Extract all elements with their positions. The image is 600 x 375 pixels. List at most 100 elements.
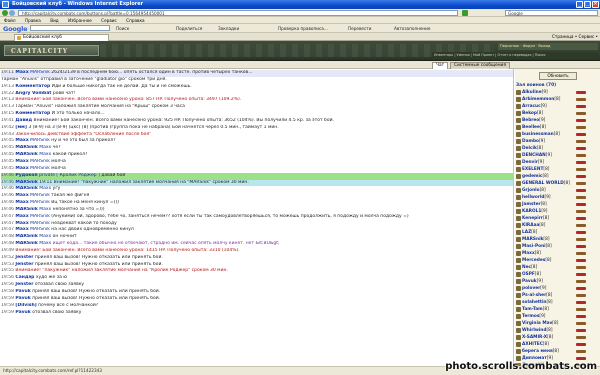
player-name[interactable]: берега меня xyxy=(522,349,553,354)
chat-recipient[interactable]: MARSnik xyxy=(30,200,50,205)
chat-sender[interactable]: Рудокоп xyxy=(15,173,37,178)
player-name[interactable]: Delcik xyxy=(522,146,537,151)
search-input[interactable]: Google xyxy=(505,10,598,16)
back-icon[interactable] xyxy=(2,10,8,16)
chat-sender[interactable]: Pavuk xyxy=(15,289,30,294)
chat-sender[interactable]: [Dilvish] xyxy=(15,303,36,308)
chat-sender[interactable]: Maxx xyxy=(15,166,28,171)
player-name[interactable]: Nec xyxy=(522,265,531,270)
player-row[interactable]: Tam-Tam[8] xyxy=(516,306,600,313)
google-spellcheck-button[interactable]: Проверка правописа... xyxy=(278,26,328,31)
player-name[interactable]: GENERAL WORLD xyxy=(522,181,564,186)
player-name[interactable]: OSPF xyxy=(522,272,535,277)
player-row[interactable]: Pavuk[9] xyxy=(516,278,600,285)
chat-sender[interactable]: Jenster xyxy=(15,255,33,260)
player-name[interactable]: Alkuline xyxy=(522,90,542,95)
maximize-button[interactable]: □ xyxy=(584,1,591,8)
address-input[interactable]: http://capitalcity.combats.com/buttons.p… xyxy=(18,10,458,16)
chat-sender[interactable]: MARSnik xyxy=(15,207,37,212)
chat-recipient[interactable]: MARSnik xyxy=(30,138,50,143)
chat-sender[interactable]: Maxx xyxy=(15,214,28,219)
player-row[interactable]: Beellee[8] xyxy=(516,124,600,131)
chat-sender[interactable]: MARSnik xyxy=(15,152,37,157)
chat-sender[interactable]: Maxx xyxy=(15,159,28,164)
sub-menu[interactable]: Инвентарь | Умения | Мой Проект | Отчет … xyxy=(432,52,598,59)
menu-view[interactable]: Вид xyxy=(50,18,59,23)
player-row[interactable]: MARSnik[8] xyxy=(516,236,600,243)
player-name[interactable]: Bekop xyxy=(522,111,537,116)
tab-fight-club[interactable]: Бойцовский клуб xyxy=(14,34,109,41)
chat-recipient[interactable]: MARSnik xyxy=(30,221,50,226)
close-button[interactable]: × xyxy=(592,1,599,8)
player-row[interactable]: Delcik[8] xyxy=(516,145,600,152)
player-name[interactable]: DENCHAN xyxy=(522,153,546,158)
player-name[interactable]: Jamster xyxy=(522,202,541,207)
chat-sender[interactable]: Maxx xyxy=(15,200,28,205)
chat-sender[interactable]: Jenster xyxy=(15,262,33,267)
player-row[interactable]: LAZ[8] xyxy=(516,229,600,236)
player-row[interactable]: solahettin[8] xyxy=(516,299,600,306)
player-name[interactable]: Termos xyxy=(522,314,539,319)
chat-sender[interactable]: Сандэр xyxy=(15,275,34,280)
player-name[interactable]: Bebreo xyxy=(522,118,539,123)
minimize-button[interactable]: _ xyxy=(576,1,583,8)
player-name[interactable]: businessman xyxy=(522,132,554,137)
chat-sender[interactable]: Maxx xyxy=(15,193,28,198)
player-row[interactable]: DENCHAN[9] xyxy=(516,152,600,159)
chat-recipient[interactable]: MARSnik xyxy=(30,214,50,219)
player-name[interactable]: EXELENT xyxy=(522,167,543,172)
player-row[interactable]: OSPF[8] xyxy=(516,271,600,278)
chat-sender[interactable]: MARSnik xyxy=(15,180,37,185)
player-name[interactable]: Masi-Poni xyxy=(522,244,546,249)
player-name[interactable]: LAZ xyxy=(522,230,531,235)
player-row[interactable]: берега меня[8] xyxy=(516,348,600,355)
player-name[interactable]: Dambo xyxy=(522,139,539,144)
go-icon[interactable] xyxy=(462,10,468,16)
player-name[interactable]: KAROL1 xyxy=(522,209,541,214)
player-row[interactable]: Grjonlo[8] xyxy=(516,187,600,194)
player-name[interactable]: Maxx xyxy=(522,251,535,256)
player-row[interactable]: Jamster[8] xyxy=(516,201,600,208)
player-name[interactable]: Tam-Tam xyxy=(522,307,543,312)
player-row[interactable]: Ps-al-sher[8] xyxy=(516,292,600,299)
chat-sender[interactable]: MARSnik xyxy=(15,186,37,191)
forward-icon[interactable] xyxy=(9,10,15,16)
google-search-button[interactable]: Поиск xyxy=(116,26,129,31)
chat-recipient[interactable]: Maxx xyxy=(39,207,51,212)
player-row[interactable]: gedemic[8] xyxy=(516,173,600,180)
player-row[interactable]: Masi-Poni[8] xyxy=(516,243,600,250)
chat-sender[interactable]: Комментатор xyxy=(15,111,50,116)
player-row[interactable]: AXHITEC[8] xyxy=(516,341,600,348)
chat-sender[interactable]: MARSnik xyxy=(15,145,37,150)
chat-sender[interactable]: Maxx xyxy=(15,221,28,226)
chat-recipient[interactable]: Maxx xyxy=(39,152,51,157)
player-name[interactable]: Denvir xyxy=(522,160,538,165)
chat-sender[interactable]: Давид xyxy=(15,118,32,123)
chat-sender[interactable]: Pavuk xyxy=(15,296,30,301)
player-row[interactable]: Bebreo[9] xyxy=(516,117,600,124)
google-search-input[interactable] xyxy=(30,25,110,31)
chat-sender[interactable]: Jenster xyxy=(15,282,33,287)
player-row[interactable]: Virginia Mav[8] xyxy=(516,320,600,327)
player-row[interactable]: hellworld[9] xyxy=(516,194,600,201)
menu-favorites[interactable]: Избранное xyxy=(68,18,92,23)
chat-sender[interactable]: [мм] xyxy=(15,125,26,130)
chat-recipient[interactable]: Maxx xyxy=(39,145,51,150)
chat-recipient[interactable]: MARSnik xyxy=(30,70,50,75)
google-autofill-button[interactable]: Автозаполнение xyxy=(394,26,430,31)
player-row[interactable]: Kenepirr[8] xyxy=(516,215,600,222)
player-name[interactable]: Virginia Mav xyxy=(522,321,552,326)
player-row[interactable]: Nec[8] xyxy=(516,264,600,271)
player-row[interactable]: Denvir[9] xyxy=(516,159,600,166)
player-name[interactable]: hellworld xyxy=(522,195,545,200)
tab-system-messages[interactable]: Системные сообщения xyxy=(450,62,510,69)
chat-recipient[interactable]: Maxx xyxy=(39,186,51,191)
menu-edit[interactable]: Правка xyxy=(25,18,41,23)
chat-recipient[interactable]: MARSnik xyxy=(30,166,50,171)
player-row[interactable]: Mercedes[8] xyxy=(516,257,600,264)
refresh-button[interactable]: Обновить xyxy=(539,72,577,80)
player-row[interactable]: polover[9] xyxy=(516,285,600,292)
player-row[interactable]: GENERAL WORLD[8] xyxy=(516,180,600,187)
player-name[interactable]: gedemic xyxy=(522,174,542,179)
chat-sender[interactable]: Angry Vombat xyxy=(15,91,51,96)
